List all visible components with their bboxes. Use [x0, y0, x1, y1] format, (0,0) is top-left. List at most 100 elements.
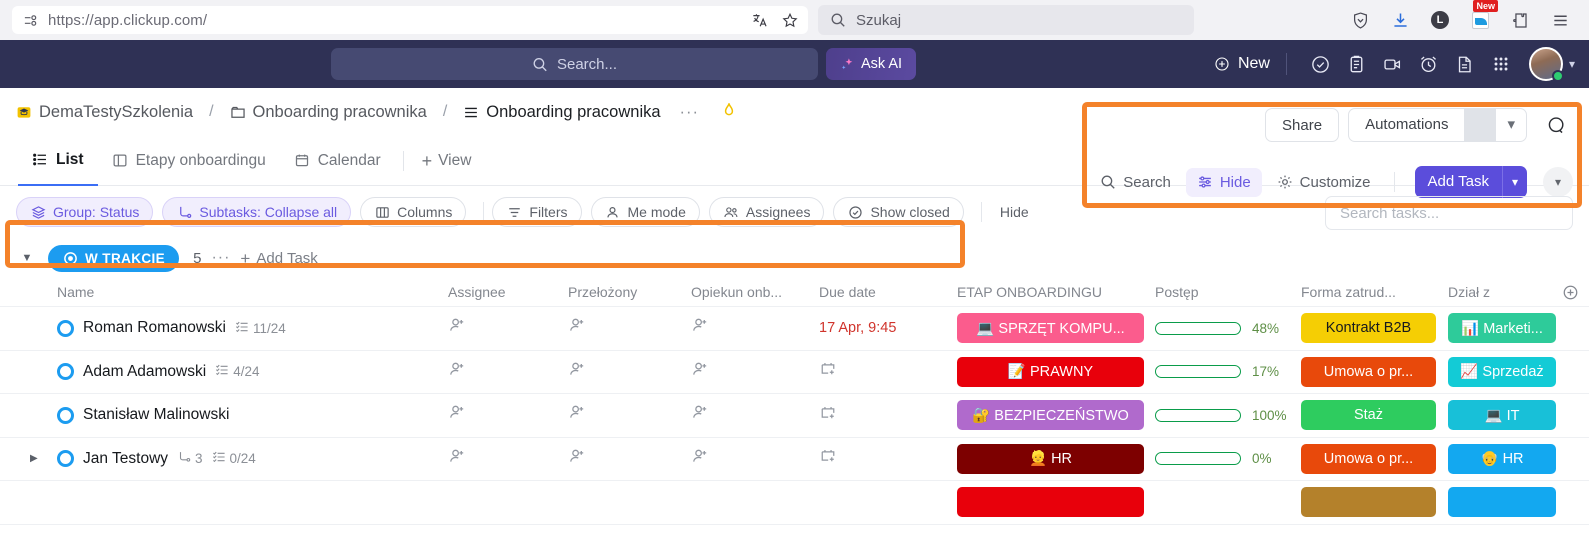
shield-icon[interactable]: [1349, 9, 1371, 31]
due-date-cell[interactable]: 17 Apr, 9:45: [817, 320, 944, 336]
help-search-icon[interactable]: [1539, 108, 1573, 142]
opiekun-cell[interactable]: [689, 316, 817, 340]
tab-etapy-onboardingu[interactable]: Etapy onboardingu: [98, 136, 280, 186]
chevron-down-icon[interactable]: ▼: [16, 252, 38, 264]
opiekun-cell[interactable]: [689, 447, 817, 471]
assignee-cell[interactable]: [443, 447, 565, 471]
video-camera-icon[interactable]: [1375, 49, 1411, 79]
dzial-cell[interactable]: 👴 HR: [1436, 443, 1556, 474]
add-person-icon[interactable]: [448, 316, 467, 340]
due-date-cell[interactable]: [817, 404, 944, 427]
add-due-date-icon[interactable]: [819, 360, 837, 383]
column-header-assignee[interactable]: Assignee: [443, 284, 565, 300]
page-info-icon[interactable]: [22, 12, 38, 28]
etap-onboardingu-cell[interactable]: 🔐 BEZPIECZEŃSTWO: [944, 400, 1144, 431]
column-header-dzial[interactable]: Dział z: [1436, 284, 1556, 300]
postep-cell[interactable]: 0%: [1144, 451, 1289, 466]
assignee-cell[interactable]: [443, 403, 565, 427]
tab-calendar[interactable]: Calendar: [280, 136, 395, 186]
table-row[interactable]: [0, 481, 1589, 525]
przelozony-cell[interactable]: [565, 360, 689, 384]
menu-icon[interactable]: [1549, 9, 1571, 31]
dzial-cell[interactable]: 📈 Sprzedaż: [1436, 356, 1556, 387]
chevron-down-icon[interactable]: ▾: [1569, 57, 1575, 71]
chevron-down-icon[interactable]: ▾: [1496, 109, 1526, 141]
assignee-cell[interactable]: [443, 360, 565, 384]
add-person-icon[interactable]: [568, 360, 587, 384]
etap-onboardingu-cell[interactable]: [944, 487, 1144, 518]
add-person-icon[interactable]: [568, 447, 587, 471]
add-person-icon[interactable]: [691, 447, 710, 471]
new-button[interactable]: New: [1214, 55, 1286, 73]
breadcrumb-more-button[interactable]: ···: [680, 103, 699, 122]
group-add-task-button[interactable]: + Add Task: [240, 250, 317, 267]
task-status-dot[interactable]: [57, 319, 74, 337]
etap-onboardingu-cell[interactable]: 💻 SPRZĘT KOMPU...: [944, 313, 1144, 344]
apps-grid-icon[interactable]: [1483, 49, 1519, 79]
automations-button-group[interactable]: Automations ▾: [1348, 108, 1527, 142]
task-status-dot[interactable]: [57, 363, 74, 381]
star-icon[interactable]: [782, 12, 798, 28]
postep-cell[interactable]: 17%: [1144, 364, 1289, 379]
forma-zatrudnienia-cell[interactable]: Umowa o pr...: [1289, 443, 1436, 474]
forma-zatrudnienia-cell[interactable]: Kontrakt B2B: [1289, 313, 1436, 344]
przelozony-cell[interactable]: [565, 316, 689, 340]
add-person-icon[interactable]: [568, 316, 587, 340]
account-icon[interactable]: L: [1429, 9, 1451, 31]
forma-zatrudnienia-cell[interactable]: Staż: [1289, 400, 1436, 431]
add-person-icon[interactable]: [448, 360, 467, 384]
dzial-cell[interactable]: 💻 IT: [1436, 400, 1556, 431]
postep-cell[interactable]: 48%: [1144, 321, 1289, 336]
opiekun-cell[interactable]: [689, 403, 817, 427]
task-name-cell[interactable]: Adam Adamowski 4/24: [0, 363, 443, 381]
add-person-icon[interactable]: [691, 360, 710, 384]
przelozony-cell[interactable]: [565, 447, 689, 471]
status-badge[interactable]: W TRAKCIE: [48, 244, 180, 272]
breadcrumb-workspace[interactable]: DemaTestySzkolenia: [39, 103, 193, 122]
add-person-icon[interactable]: [568, 403, 587, 427]
check-circle-icon[interactable]: [1303, 49, 1339, 79]
clipboard-icon[interactable]: [1339, 49, 1375, 79]
me-mode-button[interactable]: Me mode: [590, 197, 700, 227]
table-row[interactable]: ▶ Jan Testowy 3 0/24 👱 HR 0% Umowa o pr..…: [0, 438, 1589, 481]
task-status-dot[interactable]: [57, 406, 74, 424]
postep-cell[interactable]: 100%: [1144, 408, 1289, 423]
alarm-clock-icon[interactable]: [1411, 49, 1447, 79]
add-due-date-icon[interactable]: [819, 404, 837, 427]
task-name-cell[interactable]: ▶ Jan Testowy 3 0/24: [0, 450, 443, 468]
group-status-filter[interactable]: Group: Status: [16, 197, 154, 227]
column-header-etap-onboardingu[interactable]: ETAP ONBOARDINGU: [944, 284, 1144, 300]
table-row[interactable]: Stanisław Malinowski 🔐 BEZPIECZEŃSTWO 10…: [0, 394, 1589, 438]
columns-filter[interactable]: Columns: [360, 197, 467, 227]
forma-zatrudnienia-cell[interactable]: [1289, 487, 1436, 518]
column-header-przelozony[interactable]: Przełożony: [565, 284, 689, 300]
tab-list[interactable]: List: [18, 136, 98, 186]
app-search-bar[interactable]: Search...: [331, 48, 818, 80]
breadcrumb-folder[interactable]: Onboarding pracownika: [253, 103, 427, 122]
task-name-cell[interactable]: Roman Romanowski 11/24: [0, 319, 443, 337]
dzial-cell[interactable]: [1436, 487, 1556, 518]
subtasks-filter[interactable]: Subtasks: Collapse all: [162, 197, 352, 227]
download-icon[interactable]: [1389, 9, 1411, 31]
column-header-name[interactable]: Name: [0, 284, 443, 300]
dzial-cell[interactable]: 📊 Marketi...: [1436, 313, 1556, 344]
document-icon[interactable]: [1447, 49, 1483, 79]
add-person-icon[interactable]: [691, 403, 710, 427]
task-status-dot[interactable]: [57, 450, 74, 468]
add-due-date-icon[interactable]: [819, 447, 837, 470]
add-person-icon[interactable]: [448, 403, 467, 427]
share-button[interactable]: Share: [1265, 108, 1340, 142]
filters-button[interactable]: Filters: [492, 197, 582, 227]
expand-row-icon[interactable]: ▶: [30, 453, 38, 464]
search-tasks-input[interactable]: Search tasks...: [1325, 196, 1573, 230]
column-header-postep[interactable]: Postęp: [1144, 284, 1289, 300]
column-header-due-date[interactable]: Due date: [817, 284, 944, 300]
add-person-icon[interactable]: [691, 316, 710, 340]
forma-zatrudnienia-cell[interactable]: Umowa o pr...: [1289, 356, 1436, 387]
extension-new-icon[interactable]: New: [1469, 0, 1498, 31]
plus-circle-icon[interactable]: [1556, 284, 1584, 301]
group-more-button[interactable]: ···: [211, 249, 230, 267]
column-header-forma-zatrudnienia[interactable]: Forma zatrud...: [1289, 284, 1436, 300]
add-view-button[interactable]: + View: [412, 152, 482, 170]
etap-onboardingu-cell[interactable]: 👱 HR: [944, 443, 1144, 474]
